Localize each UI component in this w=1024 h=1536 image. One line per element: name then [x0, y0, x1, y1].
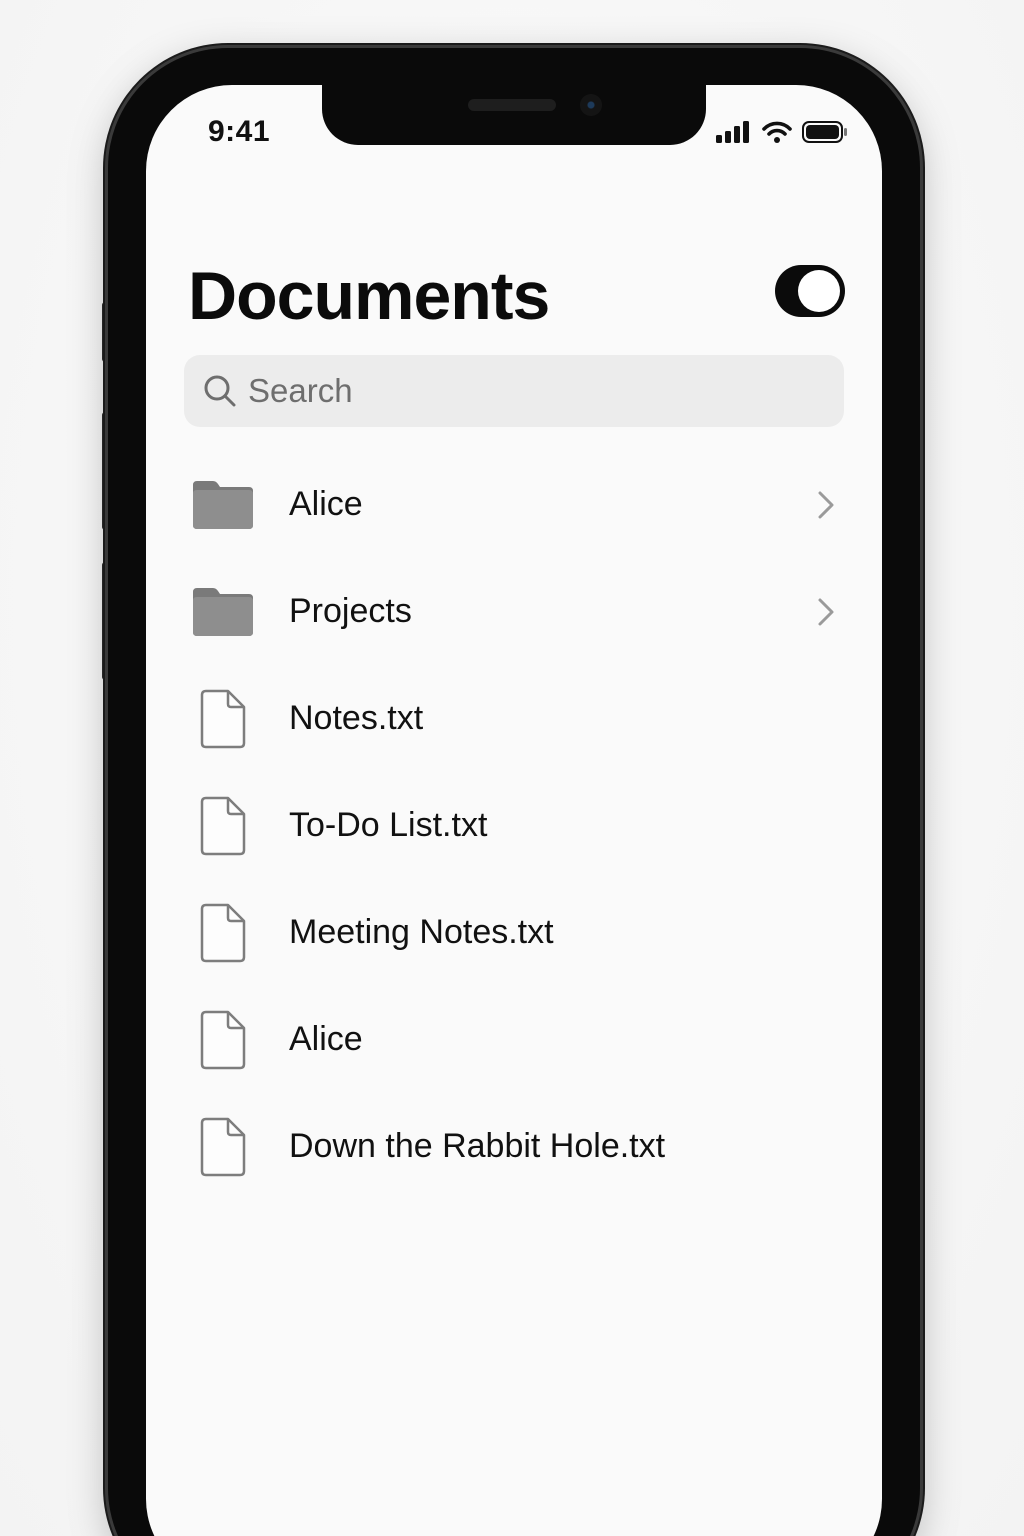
- document-icon: [190, 1010, 256, 1070]
- item-label: Alice: [289, 485, 363, 523]
- cellular-signal-icon: [716, 121, 752, 148]
- folder-row[interactable]: Alice: [146, 451, 882, 558]
- phone-screen: 9:41 Documents Search Alice Projects Not…: [146, 85, 882, 1536]
- file-row[interactable]: To-Do List.txt: [146, 772, 882, 879]
- item-label: Down the Rabbit Hole.txt: [289, 1127, 666, 1165]
- document-icon: [190, 1117, 256, 1177]
- search-icon: [202, 373, 238, 409]
- wifi-icon: [762, 121, 792, 148]
- toggle-knob: [798, 270, 840, 312]
- item-label: Alice: [289, 1020, 363, 1058]
- search-bar[interactable]: [184, 355, 844, 427]
- document-icon: [190, 796, 256, 856]
- file-row[interactable]: Notes.txt: [146, 665, 882, 772]
- chevron-right-icon: [814, 487, 838, 523]
- camera-icon: [580, 94, 602, 116]
- document-icon: [190, 689, 256, 749]
- file-row[interactable]: Alice: [146, 986, 882, 1093]
- file-row[interactable]: Down the Rabbit Hole.txt: [146, 1093, 882, 1200]
- status-time: 9:41: [208, 115, 271, 148]
- chevron-right-icon: [814, 594, 838, 630]
- battery-icon: [802, 121, 848, 148]
- page-title: Documents: [188, 258, 550, 334]
- file-list: Alice Projects Notes.txt To-Do List.txt Meet…: [146, 451, 882, 1200]
- search-input[interactable]: [248, 372, 808, 410]
- item-label: Notes.txt: [289, 699, 424, 737]
- view-mode-toggle[interactable]: [775, 265, 845, 317]
- folder-row[interactable]: Projects: [146, 558, 882, 665]
- file-row[interactable]: Meeting Notes.txt: [146, 879, 882, 986]
- folder-icon: [190, 582, 256, 642]
- document-icon: [190, 903, 256, 963]
- item-label: Meeting Notes.txt: [289, 913, 554, 951]
- folder-icon: [190, 475, 256, 535]
- item-label: Projects: [289, 592, 412, 630]
- status-icons: [716, 121, 848, 148]
- speaker-grille: [468, 99, 556, 111]
- background: 9:41 Documents Search Alice Projects Not…: [0, 0, 1024, 1536]
- item-label: To-Do List.txt: [289, 806, 488, 844]
- notch: [322, 85, 706, 145]
